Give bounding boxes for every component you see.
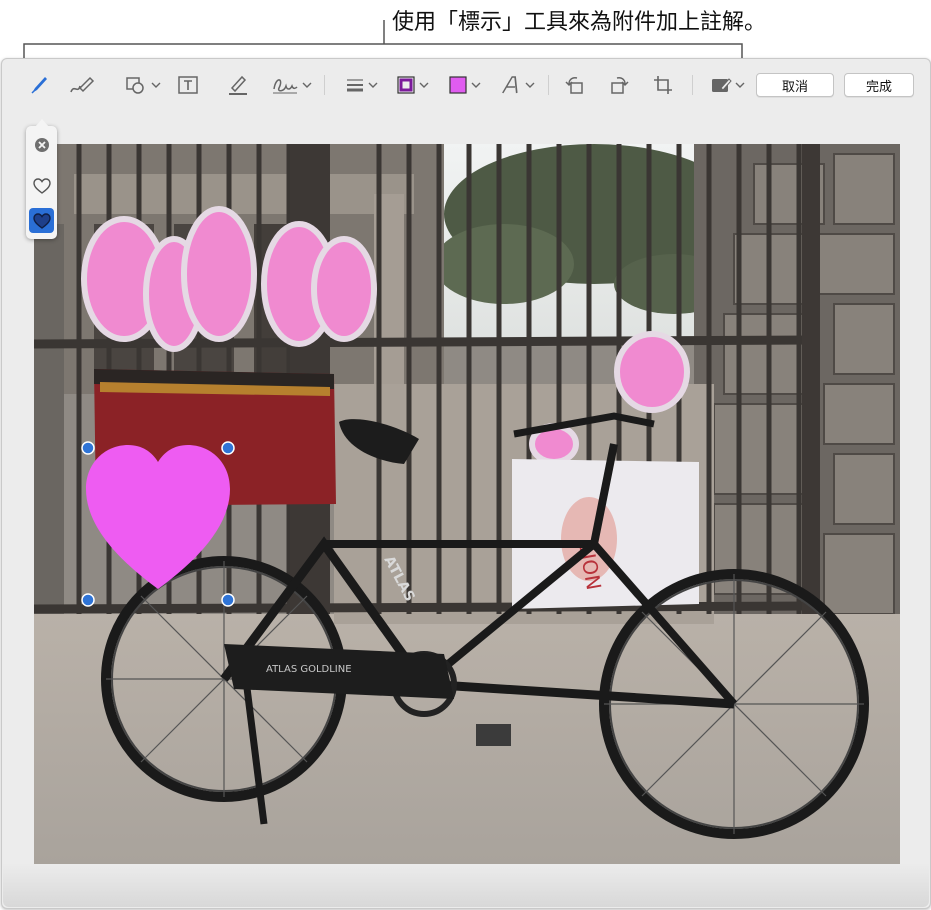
shape-style-tool[interactable] xyxy=(340,69,382,101)
toolbar-separator xyxy=(324,75,325,95)
callout-text: 使用「標示」工具來為附件加上註解。 xyxy=(392,10,767,35)
toolbar-separator xyxy=(548,75,549,95)
rotate-left-icon xyxy=(565,77,583,94)
heart-outline-icon xyxy=(32,177,51,194)
shape-options-popover xyxy=(26,119,57,239)
heart-annotation[interactable] xyxy=(34,144,900,864)
text-tool[interactable] xyxy=(174,69,202,101)
sketch-tool[interactable] xyxy=(26,69,52,101)
shapes-tool[interactable] xyxy=(120,69,164,101)
remove-shape-button[interactable] xyxy=(29,132,54,157)
chevron-down-icon xyxy=(419,82,429,88)
selection-handle-top-left[interactable] xyxy=(81,441,95,455)
close-icon xyxy=(34,137,49,152)
chevron-down-icon xyxy=(735,82,745,88)
highlight-tool[interactable] xyxy=(224,69,252,101)
text-style-icon xyxy=(502,76,518,94)
popover-arrow xyxy=(35,119,49,127)
draw-brush-icon xyxy=(70,76,95,93)
selection-handle-bottom-left[interactable] xyxy=(81,593,95,607)
shapes-icon xyxy=(126,77,144,94)
rotate-right-icon xyxy=(611,77,629,94)
highlight-icon xyxy=(229,75,247,95)
cancel-button[interactable]: 取消 xyxy=(756,73,834,97)
markup-window: 取消 完成 LION ATLAS GOLDLINE ATLAS xyxy=(1,58,931,909)
text-box-icon xyxy=(178,76,198,94)
chevron-down-icon xyxy=(151,82,161,88)
markup-toolbar: 取消 完成 xyxy=(2,59,930,111)
heart-outline-option[interactable] xyxy=(29,173,54,198)
chevron-down-icon xyxy=(302,82,312,88)
window-footer xyxy=(3,863,929,907)
signature-icon xyxy=(273,79,298,94)
crop-icon xyxy=(654,76,672,94)
done-button[interactable]: 完成 xyxy=(844,73,914,97)
fill-color-tool[interactable] xyxy=(444,69,484,101)
text-style-tool[interactable] xyxy=(496,69,538,101)
draw-tool[interactable] xyxy=(66,69,100,101)
rotate-right-tool[interactable] xyxy=(606,69,632,101)
selection-handle-top-right[interactable] xyxy=(221,441,235,455)
rotate-left-tool[interactable] xyxy=(562,69,588,101)
border-color-icon xyxy=(397,76,415,94)
chevron-down-icon xyxy=(368,82,378,88)
fill-color-icon xyxy=(449,76,467,94)
annotate-tool[interactable] xyxy=(706,69,748,101)
chevron-down-icon xyxy=(471,82,481,88)
heart-filled-option[interactable] xyxy=(29,208,54,233)
crop-tool[interactable] xyxy=(650,69,676,101)
chevron-down-icon xyxy=(525,82,535,88)
photo-canvas[interactable]: LION ATLAS GOLDLINE ATLAS xyxy=(34,144,900,864)
heart-filled-icon xyxy=(32,212,51,229)
toolbar-separator xyxy=(692,75,693,95)
selection-handle-bottom-right[interactable] xyxy=(221,593,235,607)
callout: 使用「標示」工具來為附件加上註解。 xyxy=(0,0,931,62)
signature-tool[interactable] xyxy=(268,69,314,101)
border-color-tool[interactable] xyxy=(392,69,432,101)
line-style-icon xyxy=(347,79,363,92)
annotate-form-icon xyxy=(712,78,732,92)
sketch-pen-icon xyxy=(31,77,47,94)
